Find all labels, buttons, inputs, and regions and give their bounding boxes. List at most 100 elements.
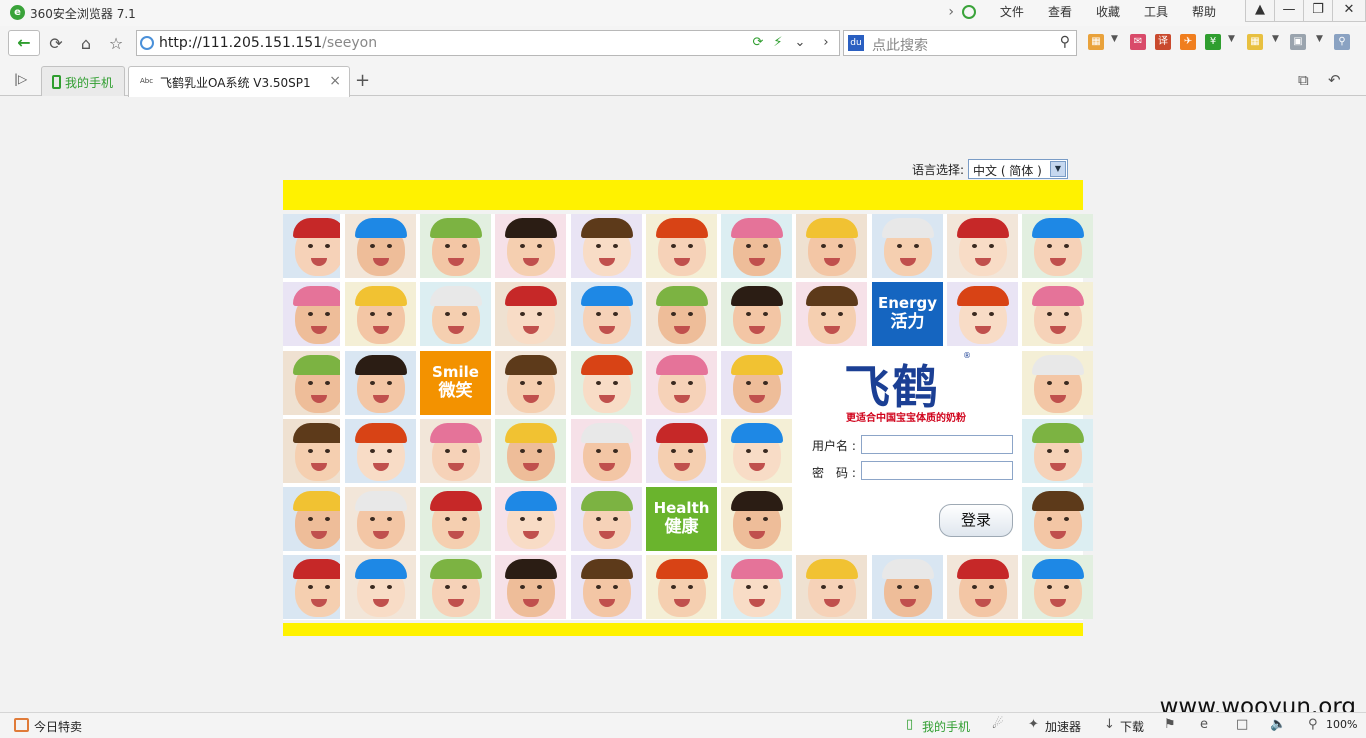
- smile-tile-en: Smile: [432, 363, 479, 381]
- favicon-icon: Abc: [140, 77, 154, 85]
- shield-icon[interactable]: ¥: [1205, 34, 1221, 50]
- rocket-icon[interactable]: ✦: [1028, 717, 1039, 732]
- tab-my-phone[interactable]: 我的手机: [41, 66, 125, 96]
- screenshot-dropdown-icon[interactable]: ▼: [1316, 34, 1323, 44]
- download[interactable]: 下载: [1120, 718, 1144, 735]
- baby-photo: [345, 487, 416, 551]
- sound-icon[interactable]: 🔈: [1270, 717, 1286, 732]
- apps-dropdown-icon[interactable]: ▼: [1111, 34, 1118, 44]
- ie-icon[interactable]: e: [1200, 717, 1208, 732]
- health-tile: Health 健康: [646, 487, 717, 551]
- brand-logo: 飞鹤: [844, 360, 940, 414]
- zoom-icon[interactable]: ⚲: [1308, 717, 1318, 732]
- energy-tile-en: Energy: [877, 294, 937, 312]
- baby-photo: [1022, 282, 1093, 346]
- window-controls: ▲ — ❐ ✕: [1245, 0, 1366, 22]
- tab-bar: |▷ 我的手机 Abc 飞鹤乳业OA系统 V3.50SP1 × + ⧉ ↶: [0, 62, 1366, 97]
- forward-icon[interactable]: ›: [817, 34, 835, 52]
- menu-help[interactable]: 帮助: [1180, 3, 1228, 21]
- globe-icon: [140, 36, 154, 50]
- skin-button[interactable]: ▲: [1245, 0, 1275, 22]
- baby-photo: [721, 419, 792, 483]
- menu-file[interactable]: 文件: [988, 3, 1036, 21]
- reload-button[interactable]: ⟳: [44, 32, 68, 56]
- status-my-phone[interactable]: 我的手机: [922, 718, 970, 735]
- lightning-icon[interactable]: ⚡: [769, 34, 787, 52]
- search-icon[interactable]: ⚲: [1060, 34, 1070, 50]
- language-select[interactable]: 中文 ( 简体 ) ▼: [968, 159, 1068, 179]
- baby-photo: [345, 351, 416, 415]
- apps-icon[interactable]: ▦: [1088, 34, 1104, 50]
- baby-photo: [872, 555, 943, 619]
- download-icon[interactable]: ↓: [1104, 717, 1115, 732]
- window-icon[interactable]: □: [1236, 717, 1248, 732]
- baby-photo: [646, 419, 717, 483]
- favorite-star-icon[interactable]: ☆: [104, 32, 128, 56]
- tab-list-icon[interactable]: ⧉: [1298, 71, 1309, 89]
- phone-icon: [52, 75, 61, 89]
- phone-icon[interactable]: ▯: [906, 717, 913, 732]
- search-engine-icon[interactable]: du: [848, 35, 864, 51]
- baby-photo: [345, 282, 416, 346]
- dropdown-arrow-icon[interactable]: ▼: [1050, 161, 1066, 177]
- plane-icon[interactable]: ✈: [1180, 34, 1196, 50]
- chevron-down-icon[interactable]: ⌄: [791, 34, 809, 52]
- screenshot-icon[interactable]: ▣: [1290, 34, 1306, 50]
- address-bar[interactable]: http://111.205.151.151/seeyon ⟳ ⚡ ⌄ ›: [136, 30, 840, 56]
- undo-close-icon[interactable]: ↶: [1328, 71, 1341, 89]
- sidebar-toggle-icon[interactable]: |▷: [14, 72, 27, 86]
- zoom-search-icon[interactable]: ⚲: [1334, 34, 1350, 50]
- home-button[interactable]: ⌂: [74, 32, 98, 56]
- baby-photo: [283, 282, 340, 346]
- baby-photo: [947, 282, 1018, 346]
- minimize-button[interactable]: —: [1274, 0, 1304, 22]
- menu-view[interactable]: 查看: [1036, 3, 1084, 21]
- user-icon[interactable]: [961, 5, 976, 19]
- grid-dropdown-icon[interactable]: ▼: [1272, 34, 1279, 44]
- today-deals[interactable]: 今日特卖: [34, 718, 82, 735]
- baby-photo: [283, 214, 340, 278]
- baby-photo: [796, 214, 867, 278]
- browser-logo-icon: e: [10, 5, 25, 20]
- login-button[interactable]: 登录: [939, 504, 1013, 537]
- close-tab-icon[interactable]: ×: [329, 73, 341, 89]
- baby-photo: [796, 282, 867, 346]
- baby-photo: [283, 351, 340, 415]
- gift-icon[interactable]: [14, 718, 29, 732]
- title-bar: e 360安全浏览器 7.1 › 文件 查看 收藏 工具 帮助 ▲ — ❐ ✕: [0, 0, 1366, 26]
- menu-tools[interactable]: 工具: [1132, 3, 1180, 21]
- shield-dropdown-icon[interactable]: ▼: [1228, 34, 1235, 44]
- chevron-right-icon[interactable]: ›: [948, 4, 954, 20]
- flag-icon[interactable]: ⚑: [1164, 717, 1176, 732]
- baby-photo: [283, 555, 340, 619]
- baby-photo: [571, 214, 642, 278]
- search-box[interactable]: du 点此搜索 ⚲: [843, 30, 1077, 56]
- back-button[interactable]: ←: [8, 30, 40, 56]
- tab-active[interactable]: Abc 飞鹤乳业OA系统 V3.50SP1 ×: [128, 66, 350, 97]
- username-field[interactable]: [861, 435, 1013, 454]
- accelerator[interactable]: 加速器: [1045, 718, 1081, 735]
- speed-icon[interactable]: ☄: [992, 717, 1004, 732]
- url-path: /seeyon: [322, 35, 378, 51]
- restore-button[interactable]: ❐: [1303, 0, 1333, 22]
- baby-photo: [796, 555, 867, 619]
- translate-icon[interactable]: 译: [1155, 34, 1171, 50]
- baby-photo: [1022, 487, 1093, 551]
- baby-photo: [283, 487, 340, 551]
- zoom-level[interactable]: 100%: [1326, 718, 1357, 731]
- smile-tile-zh: 微笑: [438, 381, 473, 401]
- baby-photo: [872, 214, 943, 278]
- new-tab-button[interactable]: +: [355, 70, 370, 91]
- password-field[interactable]: [861, 461, 1013, 480]
- baby-photo: [1022, 555, 1093, 619]
- baby-photo: [420, 214, 491, 278]
- password-label: 密 码 :: [812, 466, 856, 480]
- refresh-swirl-icon[interactable]: ⟳: [749, 34, 767, 52]
- energy-tile-zh: 活力: [890, 312, 925, 332]
- url-text[interactable]: http://111.205.151.151/seeyon: [159, 35, 377, 51]
- search-input[interactable]: 点此搜索: [872, 35, 928, 55]
- grid-icon[interactable]: ▦: [1247, 34, 1263, 50]
- menu-favorites[interactable]: 收藏: [1084, 3, 1132, 21]
- mail-icon[interactable]: ✉: [1130, 34, 1146, 50]
- close-button[interactable]: ✕: [1332, 0, 1366, 22]
